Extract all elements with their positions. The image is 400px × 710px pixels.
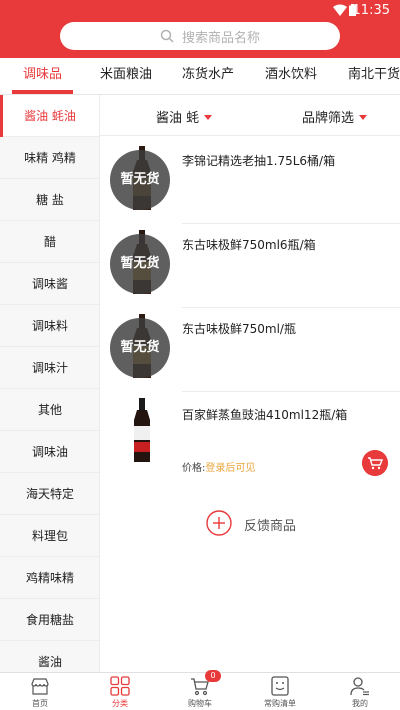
tab-dried-goods[interactable]: 南北干货 (342, 58, 400, 94)
list-icon (271, 676, 289, 696)
product-name: 东古味极鲜750ml/瓶 (182, 322, 296, 336)
sidebar-item-chicken-msg[interactable]: 鸡精味精 (0, 557, 99, 599)
sidebar-item-vinegar[interactable]: 醋 (0, 221, 99, 263)
sold-out-badge: 暂无货 (110, 318, 170, 378)
sidebar-item-label: 醋 (43, 235, 56, 249)
nav-profile[interactable]: 我的 (328, 673, 392, 710)
sidebar-item-label: 其他 (37, 403, 62, 417)
nav-frequent-list[interactable]: 常购清单 (248, 673, 312, 710)
soy-sauce-bottle-image (134, 398, 150, 462)
category-filter-label: 酱油 蚝 (156, 111, 200, 126)
plus-circle-icon (206, 510, 232, 536)
search-icon (160, 29, 174, 43)
dropdown-arrow-icon (204, 115, 213, 120)
dropdown-arrow-icon (359, 115, 368, 120)
product-item[interactable]: 暂无货 东古味极鲜750ml/瓶 (100, 308, 400, 392)
add-to-cart-button[interactable] (362, 450, 388, 476)
nav-label: 我的 (352, 699, 368, 708)
sidebar: 酱油 蚝油 味精 鸡精 糖 盐 醋 调味酱 调味料 调味汁 其他 调味油 海天特… (0, 95, 100, 672)
sidebar-item-seasoning[interactable]: 调味料 (0, 305, 99, 347)
product-name: 东古味极鲜750ml6瓶/箱 (182, 238, 316, 252)
nav-category[interactable]: 分类 (88, 673, 152, 710)
sidebar-item-label: 调味汁 (31, 361, 68, 375)
search-input[interactable]: 搜索商品名称 (60, 22, 340, 50)
divider (182, 391, 400, 392)
active-tab-indicator (12, 90, 73, 94)
grid-icon (110, 676, 130, 696)
nav-label: 购物车 (188, 699, 212, 708)
nav-label: 常购清单 (264, 699, 296, 708)
sidebar-item-label: 调味油 (31, 445, 68, 459)
category-filter[interactable]: 酱油 蚝 (156, 107, 213, 126)
nav-cart[interactable]: 0 购物车 (168, 670, 232, 710)
sidebar-item-label: 鸡精味精 (25, 571, 74, 585)
sidebar-item-label: 食用糖盐 (25, 613, 74, 627)
filter-row: 酱油 蚝 品牌筛选 (100, 95, 400, 136)
sidebar-item-msg-chicken[interactable]: 味精 鸡精 (0, 137, 99, 179)
sold-out-badge: 暂无货 (110, 150, 170, 210)
sidebar-item-label: 料理包 (31, 529, 68, 543)
store-icon (31, 678, 49, 695)
tab-drinks[interactable]: 酒水饮料 (259, 58, 323, 94)
cart-count-badge: 0 (205, 670, 221, 682)
status-bar: 11:35 (0, 0, 400, 22)
bottom-nav: 首页 分类 0 购物车 常购清单 我的 (0, 670, 400, 710)
sold-out-badge: 暂无货 (110, 234, 170, 294)
sidebar-item-soy[interactable]: 酱油 (0, 641, 99, 672)
product-name: 百家鲜蒸鱼豉油410ml12瓶/箱 (182, 408, 348, 422)
sidebar-item-edible-sugar-salt[interactable]: 食用糖盐 (0, 599, 99, 641)
sidebar-item-oil[interactable]: 调味油 (0, 431, 99, 473)
price-row: 价格:登录后可见 (182, 459, 255, 474)
login-to-view-link[interactable]: 登录后可见 (205, 463, 255, 474)
sidebar-item-label: 酱油 (37, 655, 62, 669)
sidebar-item-label: 海天特定 (25, 487, 74, 501)
sidebar-item-label: 调味料 (31, 319, 68, 333)
feedback-label: 反馈商品 (244, 519, 297, 534)
nav-home[interactable]: 首页 (8, 673, 72, 710)
sidebar-item-other[interactable]: 其他 (0, 389, 99, 431)
sidebar-item-haitian[interactable]: 海天特定 (0, 473, 99, 515)
sidebar-item-label: 糖 盐 (36, 193, 64, 207)
price-label: 价格: (182, 463, 206, 474)
brand-filter[interactable]: 品牌筛选 (302, 107, 368, 126)
wifi-icon (333, 4, 347, 16)
sidebar-item-label: 味精 鸡精 (24, 151, 76, 165)
product-item[interactable]: 暂无货 李锦记精选老抽1.75L6桶/箱 (100, 140, 400, 224)
sidebar-item-sugar-salt[interactable]: 糖 盐 (0, 179, 99, 221)
product-item[interactable]: 暂无货 东古味极鲜750ml6瓶/箱 (100, 224, 400, 308)
brand-filter-label: 品牌筛选 (302, 111, 355, 126)
user-icon (350, 677, 369, 696)
product-name: 李锦记精选老抽1.75L6桶/箱 (182, 154, 336, 168)
feedback-button[interactable]: 反馈商品 (206, 510, 326, 538)
sidebar-item-cooking-pack[interactable]: 料理包 (0, 515, 99, 557)
active-indicator (0, 95, 3, 137)
sidebar-item-soy-oyster[interactable]: 酱油 蚝油 (0, 95, 99, 137)
sidebar-item-sauce[interactable]: 调味酱 (0, 263, 99, 305)
status-time: 11:35 (352, 3, 390, 18)
sidebar-item-label: 酱油 蚝油 (24, 109, 76, 123)
sidebar-item-juice[interactable]: 调味汁 (0, 347, 99, 389)
nav-label: 首页 (32, 699, 48, 708)
product-item[interactable]: 百家鲜蒸鱼豉油410ml12瓶/箱 价格:登录后可见 (100, 394, 400, 484)
search-placeholder: 搜索商品名称 (182, 31, 261, 46)
sidebar-item-label: 调味酱 (31, 277, 68, 291)
header: 11:35 搜索商品名称 (0, 0, 400, 58)
nav-label: 分类 (112, 699, 128, 708)
tab-frozen-seafood[interactable]: 冻货水产 (176, 58, 240, 94)
tab-rice-oil[interactable]: 米面粮油 (94, 58, 158, 94)
